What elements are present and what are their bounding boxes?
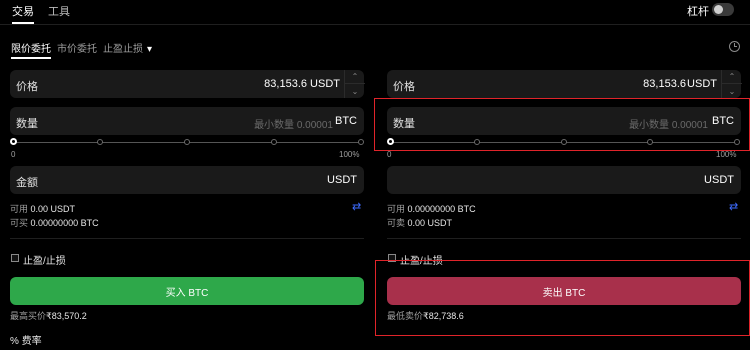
chevron-down-icon: ▾ — [147, 44, 153, 55]
buy-price-label: 价格 — [16, 81, 38, 93]
buy-amount-label: 金额 — [16, 177, 38, 189]
sell-price-stepper[interactable]: ⌃ ⌄ — [721, 70, 742, 98]
buy-tpsl-checkbox[interactable] — [11, 254, 19, 262]
buy-can-buy-label: 可买 — [10, 218, 29, 228]
sell-slider-max-label: 100% — [716, 150, 737, 159]
buy-price-value[interactable]: 83,153.6 — [264, 78, 307, 90]
swap-arrows-icon[interactable]: ⇄ — [352, 200, 361, 213]
buy-available-label: 可用 — [10, 204, 29, 214]
slider-step-25[interactable] — [97, 139, 103, 145]
buy-tpsl-label[interactable]: 止盈/止损 — [23, 252, 66, 267]
sell-price-value[interactable]: 83,153.6 — [643, 78, 686, 90]
sell-available-row: 可用 0.00000000 BTC — [387, 202, 476, 215]
buy-slider-max-label: 100% — [339, 150, 360, 159]
buy-slider-min-label: 0 — [11, 150, 16, 159]
sell-button-highlight-box — [375, 260, 750, 336]
sell-can-sell-row: 可卖 0.00 USDT — [387, 216, 452, 229]
buy-price-hint-value: ₹83,570.2 — [46, 311, 87, 321]
chevron-down-icon[interactable]: ⌄ — [722, 84, 742, 98]
sell-price-label: 价格 — [393, 81, 415, 93]
chevron-up-icon[interactable]: ⌃ — [722, 70, 742, 84]
qty-highlight-box — [374, 98, 750, 151]
top-divider — [0, 24, 750, 25]
tab-tpsl-order[interactable]: 止盈止损 ▾ — [103, 40, 152, 55]
sell-amount-field[interactable]: USDT — [387, 166, 741, 194]
buy-amount-unit: USDT — [327, 174, 357, 186]
buy-qty-label: 数量 — [16, 118, 38, 130]
tab-tools[interactable]: 工具 — [48, 3, 70, 19]
buy-qty-placeholder[interactable]: 最小数量 0.00001 — [254, 116, 333, 131]
chevron-down-icon[interactable]: ⌄ — [345, 84, 365, 98]
buy-btc-button[interactable]: 买入 BTC — [10, 277, 364, 305]
sell-available-label: 可用 — [387, 204, 406, 214]
tab-tpsl-label: 止盈止损 — [103, 44, 143, 55]
buy-can-buy-row: 可买 0.00000000 BTC — [10, 216, 99, 229]
slider-step-50[interactable] — [184, 139, 190, 145]
sell-amount-unit: USDT — [704, 174, 734, 186]
toggle-knob — [714, 5, 723, 14]
leverage-label: 杠杆 — [687, 6, 709, 18]
buy-divider — [10, 238, 364, 239]
buy-price-stepper[interactable]: ⌃ ⌄ — [344, 70, 365, 98]
slider-step-75[interactable] — [271, 139, 277, 145]
sell-divider — [387, 238, 741, 239]
sell-slider-min-label: 0 — [387, 150, 392, 159]
tab-limit-order[interactable]: 限价委托 — [11, 40, 51, 59]
sell-price-field[interactable]: 价格 83,153.6 USDT ⌃ ⌄ — [387, 70, 742, 98]
fee-label: 费率 — [21, 336, 42, 347]
buy-can-buy-value: 0.00000000 BTC — [30, 218, 99, 228]
buy-price-field[interactable]: 价格 83,153.6 USDT ⌃ ⌄ — [10, 70, 365, 98]
slider-handle[interactable] — [10, 138, 17, 145]
buy-qty-field[interactable]: 数量 最小数量 0.00001 BTC — [10, 107, 364, 135]
clock-icon[interactable] — [729, 41, 740, 52]
fee-row[interactable]: % 费率 — [10, 332, 42, 347]
buy-available-row: 可用 0.00 USDT — [10, 202, 75, 215]
slider-step-100[interactable] — [358, 139, 364, 145]
percent-icon: % — [10, 336, 19, 347]
chevron-up-icon[interactable]: ⌃ — [345, 70, 365, 84]
tab-trade[interactable]: 交易 — [12, 3, 34, 24]
tab-market-order[interactable]: 市价委托 — [57, 40, 97, 55]
buy-price-hint-label: 最高买价 — [10, 311, 47, 321]
sell-can-sell-value: 0.00 USDT — [407, 218, 453, 228]
buy-amount-field[interactable]: 金额 USDT — [10, 166, 364, 194]
buy-qty-slider[interactable] — [10, 138, 364, 148]
buy-price-unit: USDT — [310, 78, 340, 90]
buy-price-hint-row: 最高买价₹83,570.2 — [10, 309, 87, 322]
top-tab-bar: 交易 工具 杠杆 — [0, 0, 750, 24]
sell-can-sell-label: 可卖 — [387, 218, 406, 228]
buy-available-value: 0.00 USDT — [30, 204, 76, 214]
leverage-toggle[interactable] — [712, 3, 734, 16]
buy-qty-unit: BTC — [335, 115, 357, 127]
sell-available-value: 0.00000000 BTC — [407, 204, 476, 214]
swap-arrows-icon[interactable]: ⇄ — [729, 200, 738, 213]
sell-price-unit: USDT — [687, 78, 717, 90]
